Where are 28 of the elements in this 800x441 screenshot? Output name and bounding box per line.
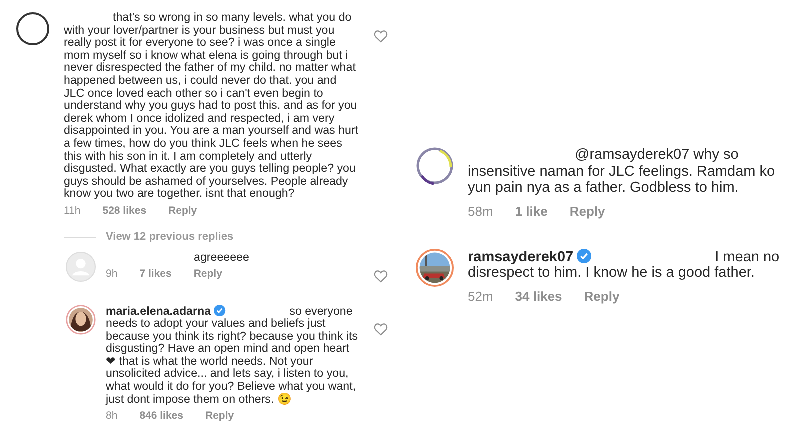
comment-time: 58m	[468, 204, 494, 218]
reply-link[interactable]: Reply	[205, 410, 234, 422]
reply-link[interactable]: Reply	[570, 204, 606, 218]
comment-text: @ramsayderek07 why so insensitive naman for JLC feelings. Ramdam ko yun pain nya as a father. Godbless to him.	[468, 147, 776, 196]
reply-link[interactable]: Reply	[194, 268, 222, 280]
comment-text: that's so wrong in so many levels. what you do with your lover/partner is your business but must you really post it for everyone to see? i was once a single mom myself so i know what elena is going through but i never disrespected the father of my child. no matter what happened between us, i could never do that. you and JLC once loved each other so i can't even begin to understand why you guys had to post this. and as for you derek whom I once idolized and respected, i am very disappointed in you. You are a man yourself and was hurt a few times, how do you think JLC feels when he sees this with his son in it. I am completely and utterly disgusted. What exactly are you guys telling people? you guys should be ashamed of yourselves. People already know you two are together. isnt that enough?	[64, 12, 360, 201]
likes-count[interactable]: 1 like	[515, 204, 548, 218]
comment-text: agreeeeee	[193, 252, 250, 264]
comment-text: ramsayderek07 I mean no disrespect to him. I know he is a good father.	[468, 248, 781, 282]
reply-link[interactable]: Reply	[168, 204, 198, 217]
comment-time: 8h	[106, 410, 118, 422]
comment-time: 9h	[106, 268, 118, 280]
heart-icon[interactable]	[374, 270, 388, 282]
likes-count[interactable]: 7 likes	[140, 268, 172, 280]
comment-time: 52m	[468, 288, 494, 304]
comment-time: 11h	[64, 204, 81, 217]
heart-icon[interactable]	[374, 30, 388, 43]
reply-link[interactable]: Reply	[584, 288, 620, 304]
comment-text: maria.elena.adarna so everyone needs to adopt your values and beliefs just because you think its right? because you think its disgusting? Have an open mind and open heart ❤ that is what the world needs. Not your unsolicited advice... and lets say, i listen to you, what would it do for you? Believe what you want, just dont impose them on others. 😉	[106, 304, 358, 406]
heart-icon[interactable]	[374, 322, 388, 336]
avatar-ring[interactable]	[16, 12, 50, 46]
likes-count[interactable]: 528 likes	[102, 204, 147, 217]
username-link[interactable]: ramsayderek07	[468, 248, 574, 265]
avatar-ring[interactable]	[416, 147, 454, 185]
likes-count[interactable]: 34 likes	[515, 288, 562, 304]
likes-count[interactable]: 846 likes	[140, 410, 184, 422]
username-link[interactable]: maria.elena.adarna	[106, 304, 212, 318]
view-replies-link[interactable]: View 12 previous replies	[106, 230, 234, 244]
